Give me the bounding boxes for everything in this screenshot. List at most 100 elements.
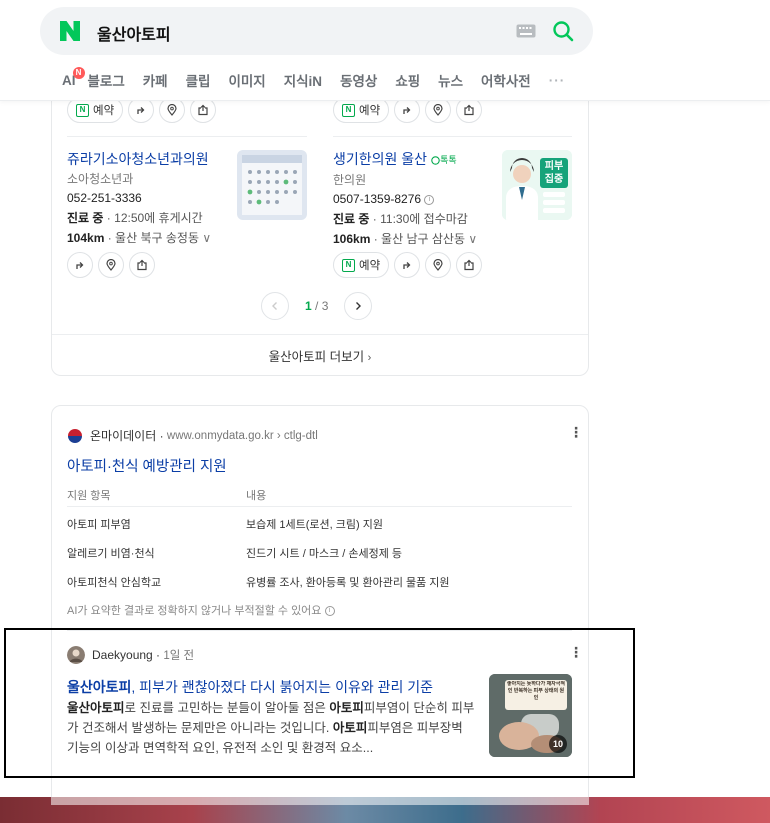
naver-logo-icon[interactable]	[60, 21, 80, 41]
chat-bubble-icon	[431, 156, 440, 166]
tab-video[interactable]: 동영상	[340, 70, 377, 90]
post-time: 1일 전	[163, 650, 195, 662]
map-button[interactable]	[425, 252, 452, 278]
author-name: Daekyoung	[92, 648, 153, 662]
share-icon	[464, 259, 474, 271]
reserve-button[interactable]: N 예약	[333, 252, 390, 278]
desc-keyword: 아토피	[329, 701, 364, 715]
place-distance[interactable]: 104km · 울산 북구 송정동 ∨	[67, 229, 211, 246]
search-query[interactable]: 울산아토피	[97, 21, 171, 45]
place-item: 생기한의원 울산 톡톡 한의원 0507-1359-8276 i 진료 중 · 1…	[333, 150, 477, 247]
site-info[interactable]: 온마이데이터 · www.onmydata.go.kr › ctlg-dtl	[67, 427, 318, 444]
table-header: 내용	[246, 490, 267, 502]
directions-icon	[403, 262, 411, 269]
tab-dictionary[interactable]: 어학사전	[481, 70, 531, 90]
status-detail: 11:30에 접수마감	[380, 212, 468, 227]
more-options-icon[interactable]: ⋮	[569, 425, 583, 439]
directions-button[interactable]	[67, 252, 93, 278]
tab-clip[interactable]: 클립	[186, 70, 211, 90]
search-tabs: AI N 블로그 카페 클립 이미지 지식iN 동영상 쇼핑 뉴스 어학사전 ··…	[62, 66, 583, 91]
chevron-left-icon	[272, 302, 277, 310]
place-name[interactable]: 생기한의원 울산 톡톡	[333, 150, 477, 169]
tab-news[interactable]: 뉴스	[438, 70, 463, 90]
place-address: 울산 북구 송정동	[115, 231, 199, 245]
search-icon[interactable]	[551, 19, 575, 43]
more-link-label: 울산아토피 더보기	[268, 350, 365, 364]
keyboard-icon[interactable]	[516, 24, 536, 38]
table-cell: 알레르기 비염·천식	[67, 548, 155, 560]
search-bar[interactable]: 울산아토피	[40, 7, 593, 55]
naver-booking-icon: N	[342, 103, 355, 117]
image-count-badge: 10	[549, 735, 567, 753]
tab-kin[interactable]: 지식iN	[284, 70, 322, 90]
doc-title[interactable]: 아토피·천식 예방관리 지원	[67, 455, 227, 476]
divider	[333, 136, 572, 137]
ai-disclaimer-text: AI가 요약한 결과로 정확하지 않거나 부적절할 수 있어요	[67, 605, 322, 617]
tab-cafe[interactable]: 카페	[143, 70, 168, 90]
tab-blog[interactable]: 블로그	[88, 70, 125, 90]
site-name: 온마이데이터	[90, 429, 157, 443]
share-button[interactable]	[129, 252, 155, 278]
title-keyword: 울산아토피	[67, 679, 132, 695]
post-title[interactable]: 울산아토피, 피부가 괜찮아졌다 다시 붉어지는 이유와 관리 기준	[67, 677, 433, 697]
map-button[interactable]	[98, 252, 124, 278]
more-tabs-button[interactable]: ···	[549, 73, 566, 88]
map-pin-icon	[433, 104, 443, 116]
tab-ai[interactable]: AI N	[62, 66, 85, 88]
table-header: 지원 항목	[67, 490, 111, 502]
thumb-text: 피부 집중	[544, 161, 564, 185]
pagination: 1 / 3	[261, 292, 373, 320]
more-options-icon[interactable]: ⋮	[569, 645, 583, 659]
share-icon	[464, 104, 474, 116]
naver-booking-icon: N	[342, 258, 355, 272]
table-cell: 유병률 조사, 환아등록 및 환아관리 물품 지원	[246, 577, 450, 589]
table-cell: 진드기 시트 / 마스크 / 손세정제 등	[246, 548, 403, 560]
desc-keyword: 울산아토피	[67, 701, 125, 715]
place-distance[interactable]: 106km · 울산 남구 삼산동 ∨	[333, 230, 477, 247]
place-category: 소아청소년과	[67, 172, 134, 186]
table-cell: 보습제 1세트(로션, 크림) 지원	[246, 519, 383, 531]
avatar	[67, 646, 85, 664]
info-icon[interactable]: i	[324, 606, 335, 617]
directions-icon	[76, 262, 84, 269]
directions-button[interactable]	[394, 252, 421, 278]
naver-booking-icon: N	[76, 103, 89, 117]
divider	[67, 136, 307, 137]
new-badge: N	[72, 66, 85, 79]
share-icon	[137, 259, 147, 271]
tab-shopping[interactable]: 쇼핑	[395, 70, 420, 90]
place-thumbnail[interactable]: 피부 집중	[502, 150, 572, 220]
map-pin-icon	[106, 259, 116, 271]
table-cell: 아토피 피부염	[67, 519, 131, 531]
title-text: , 피부가 괜찮아졌다 다시 붉어지는 이유와 관리 기준	[131, 679, 434, 695]
author-info[interactable]: Daekyoung · 1일 전	[67, 646, 194, 664]
place-status: 진료 중 · 11:30에 접수마감	[333, 212, 468, 227]
post-description[interactable]: 울산아토피로 진료를 고민하는 분들이 알아둘 점은 아토피피부염이 단순히 피…	[67, 698, 475, 758]
desc-keyword: 아토피	[332, 721, 368, 735]
more-places-link[interactable]: 울산아토피 더보기 ›	[51, 346, 589, 365]
info-icon[interactable]: i	[424, 195, 435, 206]
place-name[interactable]: 쥬라기소아청소년과의원	[67, 150, 211, 168]
next-result-fade	[51, 797, 589, 805]
place-name-text: 생기한의원 울산	[333, 151, 428, 167]
search-header: 울산아토피 AI N 블로그 카페 클립 이미지 지식iN 동영상 쇼핑 뉴스 어…	[0, 0, 770, 101]
reserve-label: 예약	[359, 260, 381, 272]
prev-page-button[interactable]	[261, 292, 289, 320]
distance-value: 104km	[67, 231, 105, 245]
place-phone[interactable]: 0507-1359-8276 i	[333, 192, 477, 206]
place-phone[interactable]: 052-251-3336	[67, 191, 211, 205]
talk-badge[interactable]: 톡톡	[431, 151, 457, 169]
status-detail: 12:50에 휴게시간	[114, 211, 203, 225]
post-thumbnail[interactable]: 좋아지는 듯하다가 재자극적인 반복하는 피부 상태의 원인 10	[489, 674, 572, 757]
next-page-button[interactable]	[344, 292, 373, 320]
phone-number: 0507-1359-8276	[333, 192, 422, 207]
place-action-row: N 예약	[333, 252, 483, 278]
site-url: www.onmydata.go.kr › ctlg-dtl	[166, 429, 318, 442]
divider	[67, 506, 572, 507]
place-item: 쥬라기소아청소년과의원 소아청소년과 052-251-3336 진료 중 · 1…	[67, 150, 211, 246]
total-pages: 3	[321, 299, 329, 313]
chevron-down-icon: ∨	[468, 232, 478, 247]
share-button[interactable]	[456, 252, 483, 278]
place-thumbnail[interactable]	[237, 150, 307, 220]
tab-image[interactable]: 이미지	[228, 70, 265, 90]
